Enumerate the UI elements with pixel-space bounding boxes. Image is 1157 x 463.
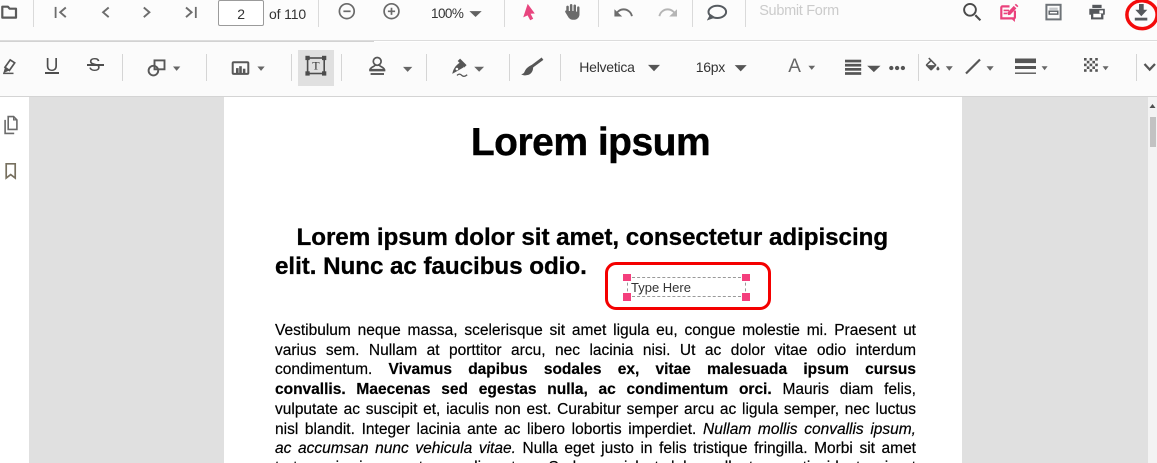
svg-text:T: T <box>312 59 320 73</box>
